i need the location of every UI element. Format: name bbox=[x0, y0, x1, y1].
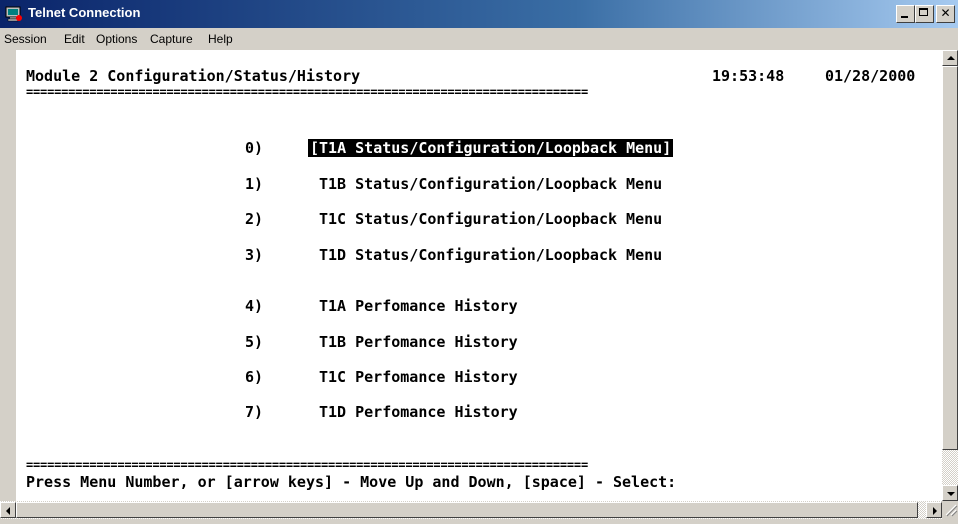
menu-number-3: 3) bbox=[245, 246, 264, 264]
arrow-right-icon bbox=[933, 507, 937, 515]
top-separator: ========================================… bbox=[26, 85, 588, 99]
menu-session[interactable]: Session bbox=[4, 32, 47, 46]
menu-option-6[interactable]: T1C Perfomance History bbox=[319, 368, 518, 386]
terminal-screen[interactable]: Module 2 Configuration/Status/History 19… bbox=[16, 50, 942, 501]
menu-number-2: 2) bbox=[245, 210, 264, 228]
menu-number-0: 0) bbox=[245, 139, 264, 157]
vertical-scroll-thumb[interactable] bbox=[942, 66, 958, 450]
resize-grip-icon[interactable] bbox=[942, 501, 958, 519]
minimize-button[interactable] bbox=[896, 5, 915, 23]
menu-number-5: 5) bbox=[245, 333, 264, 351]
minimize-icon bbox=[901, 16, 908, 18]
horizontal-scroll-thumb[interactable] bbox=[16, 502, 918, 518]
close-button[interactable]: ✕ bbox=[936, 5, 955, 23]
menu-number-4: 4) bbox=[245, 297, 264, 315]
menu-options[interactable]: Options bbox=[96, 32, 137, 46]
menu-number-1: 1) bbox=[245, 175, 264, 193]
telnet-icon bbox=[5, 6, 22, 22]
menu-option-1[interactable]: T1B Status/Configuration/Loopback Menu bbox=[319, 175, 662, 193]
scroll-down-button[interactable] bbox=[942, 485, 958, 501]
menu-number-7: 7) bbox=[245, 403, 264, 421]
arrow-left-icon bbox=[6, 507, 10, 515]
menu-edit[interactable]: Edit bbox=[64, 32, 85, 46]
menu-option-0[interactable]: [T1A Status/Configuration/Loopback Menu] bbox=[308, 139, 674, 157]
window-title: Telnet Connection bbox=[28, 5, 141, 20]
vertical-scrollbar[interactable] bbox=[942, 50, 958, 501]
clock-time: 19:53:48 bbox=[712, 67, 785, 85]
menu-option-2[interactable]: T1C Status/Configuration/Loopback Menu bbox=[319, 210, 662, 228]
menu-option-5[interactable]: T1B Perfomance History bbox=[319, 333, 518, 351]
menu-number-6: 6) bbox=[245, 368, 264, 386]
menu-option-4[interactable]: T1A Perfomance History bbox=[319, 297, 518, 315]
scroll-up-button[interactable] bbox=[942, 50, 958, 66]
close-icon: ✕ bbox=[940, 6, 951, 20]
arrow-up-icon bbox=[947, 56, 955, 60]
scroll-right-button[interactable] bbox=[926, 502, 942, 518]
maximize-button[interactable] bbox=[915, 5, 934, 23]
bottom-separator: ========================================… bbox=[26, 458, 588, 472]
menu-help[interactable]: Help bbox=[208, 32, 233, 46]
menu-option-3[interactable]: T1D Status/Configuration/Loopback Menu bbox=[319, 246, 662, 264]
command-prompt: Press Menu Number, or [arrow keys] - Mov… bbox=[26, 473, 677, 491]
menu-option-7[interactable]: T1D Perfomance History bbox=[319, 403, 518, 421]
menu-bar: Session Edit Options Capture Help bbox=[0, 28, 958, 50]
arrow-down-icon bbox=[947, 492, 955, 496]
horizontal-scrollbar[interactable] bbox=[0, 501, 942, 519]
title-bar[interactable]: Telnet Connection ✕ bbox=[0, 0, 958, 28]
telnet-window: Telnet Connection ✕ Session Edit Options… bbox=[0, 0, 958, 519]
scroll-left-button[interactable] bbox=[0, 502, 16, 518]
menu-capture[interactable]: Capture bbox=[150, 32, 193, 46]
clock-date: 01/28/2000 bbox=[825, 67, 916, 85]
maximize-icon bbox=[919, 8, 928, 16]
